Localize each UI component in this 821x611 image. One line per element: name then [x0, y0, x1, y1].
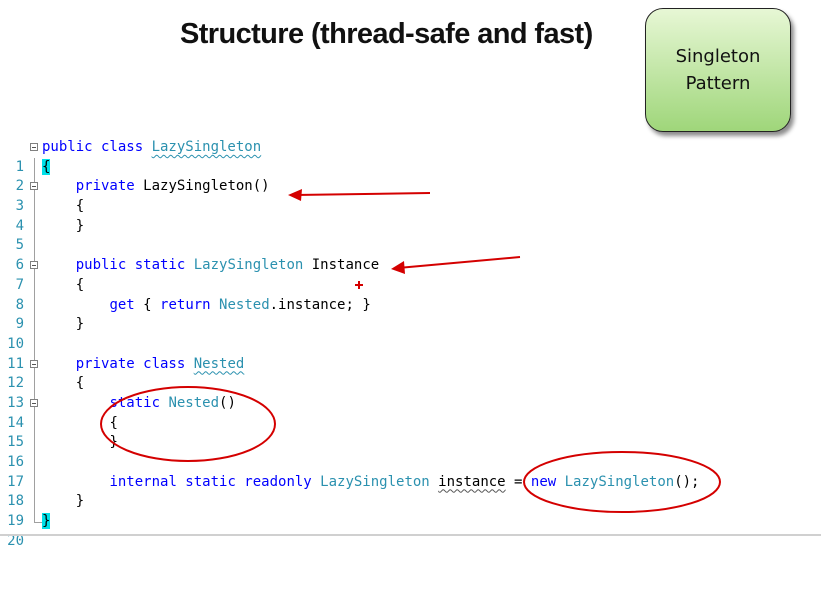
keyword: new	[530, 473, 565, 490]
code-line-20: 20 }	[0, 512, 821, 549]
badge-line-2: Pattern	[685, 73, 751, 94]
punct: ()	[219, 394, 236, 411]
keyword: public static	[75, 257, 194, 274]
brace: }	[75, 217, 85, 234]
keyword: private	[75, 178, 144, 195]
outline-guide	[34, 157, 35, 178]
class-name: LazySingleton	[151, 139, 262, 155]
badge-line-1: Singleton	[675, 46, 761, 67]
keyword: static	[109, 394, 169, 411]
badge-label: Singleton Pattern	[663, 43, 773, 97]
keyword: public class	[42, 139, 152, 155]
code-line-17: 17	[0, 453, 821, 490]
outline-guide	[34, 275, 35, 296]
punct: ();	[674, 473, 700, 490]
brace: {	[109, 414, 118, 431]
brace: }	[75, 493, 85, 510]
matched-brace: }	[42, 513, 51, 530]
collapse-icon[interactable]	[30, 182, 38, 191]
type-name: LazySingleton	[193, 257, 304, 274]
code-line-8: 8 {	[0, 275, 821, 313]
keyword: internal static readonly	[109, 473, 321, 490]
code-line-7: 7 public static LazySingleton Instance	[0, 256, 821, 293]
type-name: LazySingleton	[564, 473, 675, 490]
collapse-icon[interactable]	[30, 261, 38, 270]
code-line-14: 14 static Nested()	[0, 393, 821, 431]
keyword: private class	[75, 355, 194, 372]
outline-guide	[34, 453, 35, 473]
keyword: return	[160, 296, 211, 313]
constructor-name: LazySingleton()	[143, 178, 270, 195]
outline-guide	[34, 374, 35, 394]
code-line-13: 13 {	[0, 374, 821, 411]
type-name: LazySingleton	[320, 473, 430, 490]
brace: }	[109, 434, 118, 451]
code-line-11: 11	[0, 334, 821, 372]
class-name: Nested	[193, 355, 245, 372]
code-line-1: 1 public class LazySingleton	[0, 138, 821, 175]
code-line-9: 9 get { return Nested.instance; }	[0, 295, 821, 332]
outline-guide	[34, 492, 35, 513]
outline-guide	[34, 216, 35, 237]
outline-guide	[34, 236, 35, 257]
collapse-icon[interactable]	[30, 398, 38, 407]
punct	[211, 297, 219, 313]
brace: {	[75, 375, 85, 392]
punct: =	[505, 473, 531, 490]
code-line-12: 12 private class Nested	[0, 354, 821, 391]
punct	[430, 474, 438, 490]
code-line-6: 6	[0, 236, 821, 273]
collapse-icon[interactable]	[30, 143, 38, 151]
singleton-pattern-badge: Singleton Pattern	[645, 8, 791, 132]
field-name: instance	[438, 473, 506, 490]
outline-guide	[34, 315, 35, 335]
collapse-icon[interactable]	[30, 359, 38, 368]
slide-title: Structure (thread-safe and fast)	[180, 18, 593, 50]
outline-guide	[34, 472, 35, 493]
outline-guide	[34, 197, 35, 217]
keyword: get	[109, 296, 135, 313]
code-line-19: 19 }	[0, 492, 821, 529]
member-access: .instance; }	[269, 296, 371, 313]
type-name: Nested	[168, 394, 220, 411]
code-line-18: 18 internal static readonly LazySingleto…	[0, 472, 821, 509]
code-line-15: 15 {	[0, 413, 821, 450]
code-line-10: 10 }	[0, 315, 821, 352]
outline-guide-end	[34, 512, 42, 524]
brace: }	[75, 316, 85, 333]
property-name: Instance	[303, 257, 380, 274]
brace: {	[75, 276, 85, 293]
outline-guide	[34, 334, 35, 355]
outline-guide	[34, 433, 35, 453]
code-line-3: 3 private LazySingleton()	[0, 177, 821, 214]
code-line-5: 5 }	[0, 216, 821, 253]
outline-guide	[34, 295, 35, 316]
type-name: Nested	[219, 296, 270, 313]
outline-guide	[34, 413, 35, 434]
bottom-rule	[0, 534, 821, 536]
code-line-16: 16 }	[0, 433, 821, 470]
code-editor: 1 public class LazySingleton 2 { 3 priva…	[0, 138, 821, 549]
punct: {	[134, 296, 161, 313]
brace: {	[75, 198, 85, 215]
code-line-2: 2 {	[0, 157, 821, 194]
matched-brace: {	[42, 158, 51, 175]
code-line-4: 4 {	[0, 197, 821, 234]
